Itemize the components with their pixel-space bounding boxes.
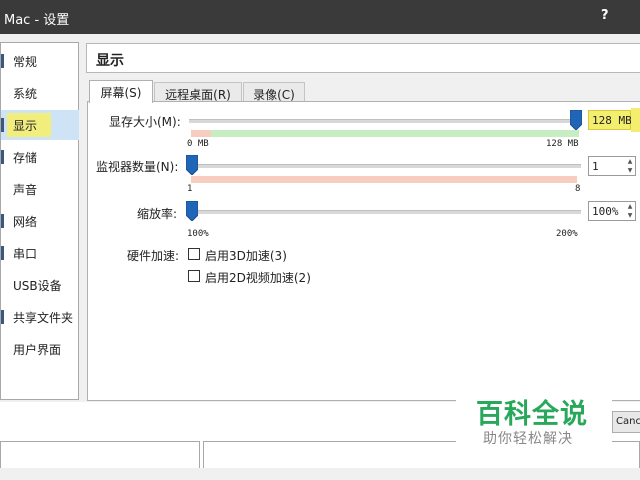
watermark: 百科全说 助你轻松解决 — [456, 388, 612, 460]
sidebar-item-label: 用户界面 — [13, 343, 62, 357]
enable-3d-label[interactable]: 启用3D加速(3) — [205, 247, 287, 264]
serial-port-icon — [1, 246, 4, 260]
sidebar-item-shared-folders[interactable]: 共享文件夹 — [1, 302, 79, 332]
sidebar-item-label: 声音 — [13, 183, 38, 197]
monitor-count-spinbox[interactable]: 1 ▲ ▼ — [588, 156, 636, 176]
sidebar-item-label: 串口 — [13, 247, 38, 261]
scale-factor-max-label: 200% — [556, 229, 578, 239]
video-memory-spinbox[interactable]: 128 MB — [588, 110, 632, 130]
scale-factor-spinbox[interactable]: 100% ▲ ▼ — [588, 201, 636, 221]
display-icon — [1, 118, 4, 132]
sidebar-item-label: 常规 — [13, 55, 38, 69]
video-memory-warn-range — [191, 130, 211, 137]
video-memory-slider-track[interactable] — [189, 119, 581, 123]
scale-factor-min-label: 100% — [187, 229, 209, 239]
sidebar-item-label: 显示 — [13, 119, 38, 133]
cancel-button[interactable]: Cancel — [612, 411, 640, 433]
scale-factor-slider-track[interactable] — [189, 210, 581, 214]
spin-up-icon[interactable]: ▲ — [626, 203, 634, 211]
watermark-slogan: 助你轻松解决 — [483, 431, 573, 447]
sidebar-item-label: 网络 — [13, 215, 38, 229]
video-memory-slider-thumb[interactable] — [570, 110, 582, 130]
scale-factor-slider-thumb[interactable] — [186, 201, 198, 221]
tab-screen[interactable]: 屏幕(S) — [89, 80, 153, 103]
tab-remote-display[interactable]: 远程桌面(R) — [154, 82, 242, 103]
page-title: 显示 — [96, 53, 124, 69]
monitor-count-warn-range — [191, 176, 577, 183]
monitor-count-max-label: 8 — [575, 184, 581, 194]
tab-recording[interactable]: 录像(C) — [243, 82, 305, 103]
video-memory-ok-range — [211, 130, 579, 137]
background-panel-left — [0, 441, 200, 469]
sidebar-item-serial[interactable]: 串口 — [1, 238, 79, 268]
sidebar-item-user-interface[interactable]: 用户界面 — [1, 334, 79, 364]
watermark-brand: 百科全说 — [476, 399, 588, 430]
sidebar-item-label: USB设备 — [13, 279, 62, 293]
section-header: 显示 — [86, 43, 640, 73]
sidebar-item-display[interactable]: 显示 — [1, 110, 79, 140]
background-strip — [0, 468, 640, 480]
scale-factor-value: 100% — [592, 205, 619, 218]
sidebar-item-general[interactable]: 常规 — [1, 46, 79, 76]
sidebar-item-label: 系统 — [13, 87, 38, 101]
enable-2d-label[interactable]: 启用2D视频加速(2) — [205, 269, 311, 286]
spinbox-highlight — [631, 108, 640, 132]
spin-up-icon[interactable]: ▲ — [626, 158, 634, 166]
settings-sidebar: 常规 系统 显示 存储 声音 网络 串口 USB设备 共享文件夹 用户界面 — [0, 42, 79, 400]
video-memory-value: 128 MB — [592, 114, 632, 127]
sidebar-item-network[interactable]: 网络 — [1, 206, 79, 236]
sidebar-item-system[interactable]: 系统 — [1, 78, 79, 108]
general-icon — [1, 54, 4, 68]
acceleration-label: 硬件加速: — [127, 249, 180, 263]
sidebar-item-label: 存储 — [13, 151, 38, 165]
spin-down-icon[interactable]: ▼ — [626, 167, 634, 175]
storage-icon — [1, 150, 4, 164]
shared-folder-icon — [1, 310, 4, 324]
network-icon — [1, 214, 4, 228]
video-memory-label: 显存大小(M): — [109, 115, 181, 129]
help-button[interactable]: ? — [601, 8, 609, 23]
spin-down-icon[interactable]: ▼ — [626, 212, 634, 220]
sidebar-item-storage[interactable]: 存储 — [1, 142, 79, 172]
window-title: Mac - 设置 — [4, 13, 70, 28]
enable-3d-checkbox[interactable] — [188, 248, 200, 260]
enable-2d-checkbox[interactable] — [188, 270, 200, 282]
sidebar-item-usb[interactable]: USB设备 — [1, 270, 79, 300]
video-memory-max-label: 128 MB — [546, 139, 579, 149]
monitor-count-min-label: 1 — [187, 184, 193, 194]
sidebar-item-label: 共享文件夹 — [13, 311, 74, 325]
scale-factor-label: 缩放率: — [137, 207, 178, 221]
monitor-count-slider-track[interactable] — [189, 164, 581, 168]
monitor-count-value: 1 — [592, 160, 599, 173]
title-bar: Mac - 设置 ? — [0, 0, 640, 34]
monitor-count-slider-thumb[interactable] — [186, 155, 198, 175]
sidebar-item-audio[interactable]: 声音 — [1, 174, 79, 204]
monitor-count-label: 监视器数量(N): — [96, 160, 179, 174]
video-memory-min-label: 0 MB — [187, 139, 209, 149]
